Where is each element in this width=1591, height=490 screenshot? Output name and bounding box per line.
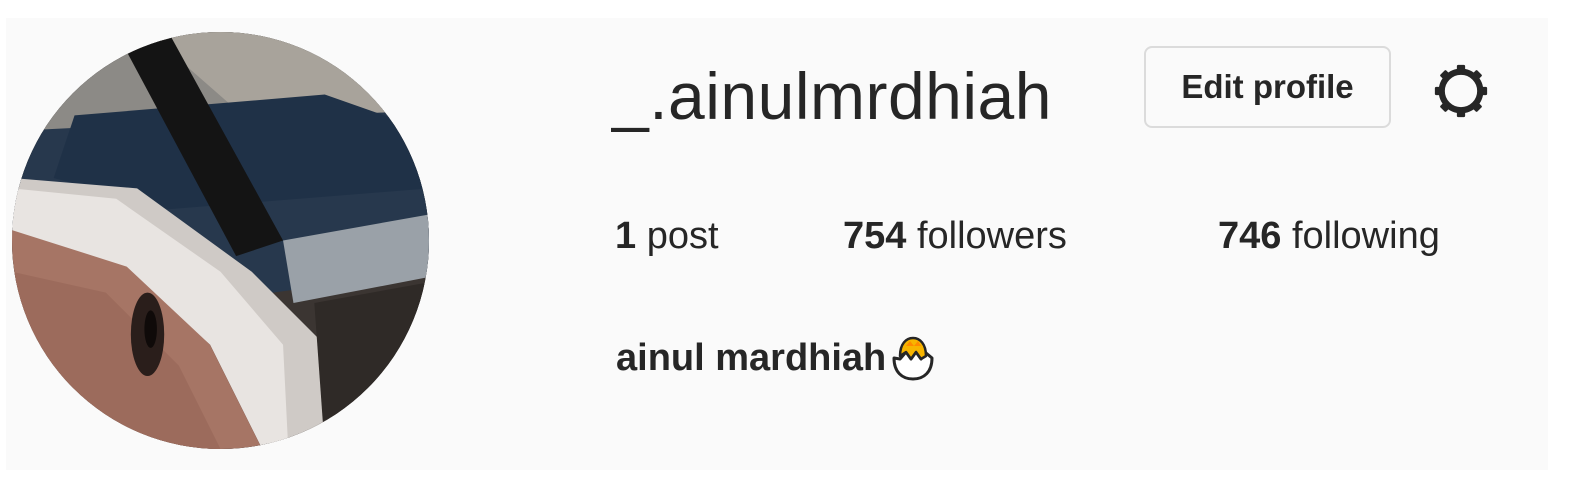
profile-avatar[interactable] [12, 32, 429, 449]
full-name-text: ainul mardhiah [616, 337, 887, 379]
posts-count-label: post [646, 215, 719, 257]
followers-count-number: 754 [843, 215, 907, 257]
following-link[interactable]: 746 following [1218, 212, 1440, 260]
avatar-photo [12, 32, 429, 449]
edit-profile-button[interactable]: Edit profile [1144, 46, 1391, 128]
followers-count-label: followers [916, 215, 1067, 257]
posts-count-number: 1 [615, 215, 637, 257]
following-count-label: following [1291, 215, 1440, 257]
gear-icon[interactable] [1428, 58, 1494, 124]
hatching-chick-emoji-icon [888, 332, 938, 382]
profile-username: _.ainulmrdhiah [612, 59, 1052, 133]
profile-full-name: ainul mardhiah [616, 332, 938, 382]
followers-link[interactable]: 754 followers [843, 212, 1067, 260]
posts-count: 1 post [615, 212, 719, 260]
following-count-number: 746 [1218, 215, 1282, 257]
